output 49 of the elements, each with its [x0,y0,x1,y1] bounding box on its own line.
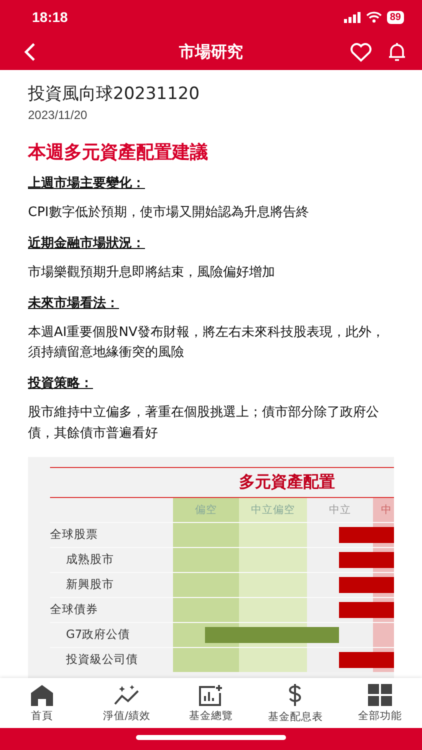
table-cell [173,548,239,572]
section-heading: 近期金融市場狀況： [28,234,146,252]
table-cell [239,572,307,597]
table-cell [239,522,307,547]
status-time: 18:18 [32,9,68,25]
table-cell [239,548,307,572]
tab-bar-item[interactable]: 淨值/績效 [86,684,167,722]
tab-bar-item[interactable]: 基金總覽 [170,684,251,722]
wifi-icon [366,11,382,23]
section-heading: 投資策略： [28,375,94,392]
tab-bar-item[interactable]: 全部功能 [340,684,420,722]
bell-icon[interactable] [388,42,406,62]
bar-chart-icon [198,684,224,706]
column-header: 中立偏空 [239,498,307,522]
row-label: 全球股票 [50,526,99,544]
signal-icon [344,12,361,22]
article-title: 投資風向球20231120 [28,83,201,105]
section-heading: 上週市場主要變化： [28,174,146,192]
row-label: 全球債券 [50,601,99,618]
row-label: G7政府公債 [65,626,132,644]
page-title: 市場研究 [178,42,244,62]
sparkle-chart-icon [112,684,141,706]
dollar-icon [287,682,304,706]
table-title: 多元資產配置 [50,466,394,498]
grid-icon [368,684,392,706]
section-heading: 未來市場看法： [28,294,120,312]
heart-icon[interactable] [350,42,372,62]
table-cell [173,572,239,597]
back-icon[interactable] [24,42,36,62]
table-cell [239,648,307,672]
column-header: 偏空 [173,498,239,522]
section-text: CPI數字低於預期，使市場又開始認為升息將告終 [28,204,310,222]
battery-level: 89 [386,10,404,24]
home-icon [30,684,54,706]
article-date: 2023/11/20 [28,108,88,122]
table-cell [173,522,239,547]
article-heading: 本週多元資產配置建議 [28,141,209,164]
column-header: 中 [373,498,394,522]
section-text: 股市維持中立偏多，著重在個股挑選上；債市部分除了政府公債，其餘債市普遍看好 [28,404,380,443]
table-cell [239,598,307,622]
section-text: 本週AI重要個股NV發布財報，將左右未來科技股表現，此外，須持續留意地緣衝突的風險 [28,324,386,362]
tab-bar-item[interactable]: 首頁 [2,684,82,722]
section-text: 市場樂觀預期升息即將結束，風險偏好增加 [28,264,276,282]
table-cell [173,598,239,622]
row-label: 投資級公司債 [65,651,139,668]
row-label: 成熟股市 [65,551,115,568]
table-cell [173,648,239,672]
tab-bar-item[interactable]: 基金配息表 [255,682,336,724]
row-label: 新興股市 [65,576,115,594]
